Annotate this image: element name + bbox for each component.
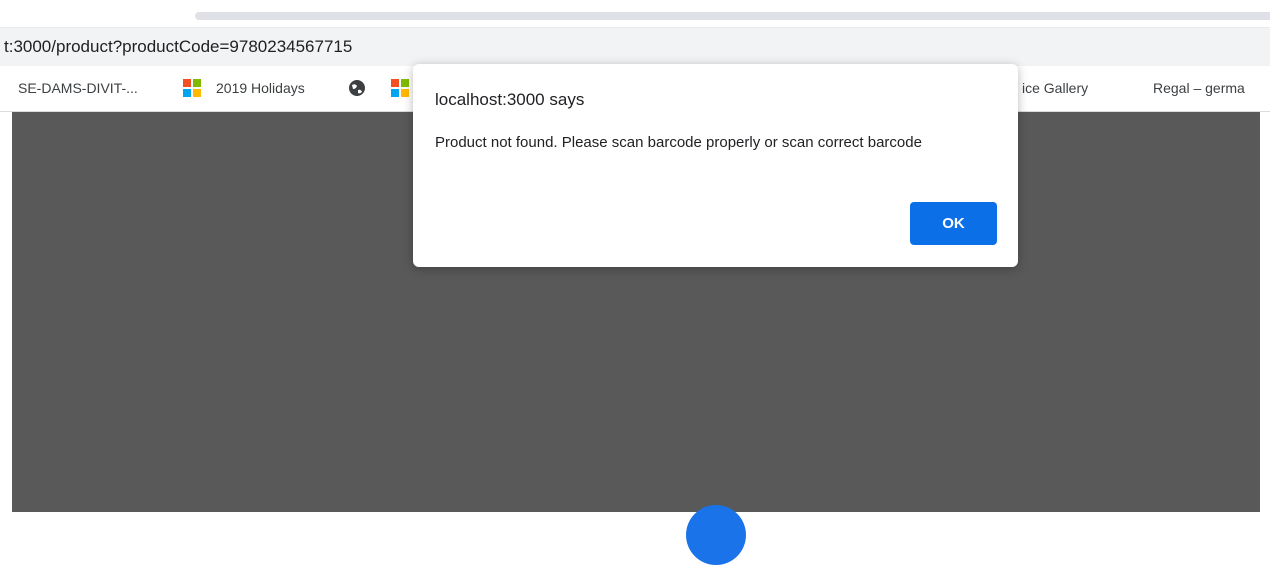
microsoft-logo-icon	[183, 79, 201, 97]
globe-icon[interactable]	[348, 79, 366, 97]
bookmark-regal[interactable]: Regal – germa	[1153, 80, 1245, 96]
dialog-message: Product not found. Please scan barcode p…	[435, 134, 922, 151]
scan-button-partial[interactable]	[686, 505, 746, 565]
alert-dialog: localhost:3000 says Product not found. P…	[413, 64, 1018, 267]
address-bar[interactable]: t:3000/product?productCode=9780234567715	[0, 27, 1270, 66]
ok-button[interactable]: OK	[910, 202, 997, 245]
dialog-title: localhost:3000 says	[435, 90, 585, 109]
microsoft-logo-icon[interactable]	[391, 79, 409, 97]
url-text[interactable]: t:3000/product?productCode=9780234567715	[4, 37, 352, 57]
bookmark-se-dams[interactable]: SE-DAMS-DIVIT-...	[18, 80, 138, 96]
bookmark-2019-holidays[interactable]: 2019 Holidays	[216, 80, 305, 96]
bookmark-gallery[interactable]: ice Gallery	[1022, 80, 1088, 96]
tab-strip	[195, 12, 1270, 20]
